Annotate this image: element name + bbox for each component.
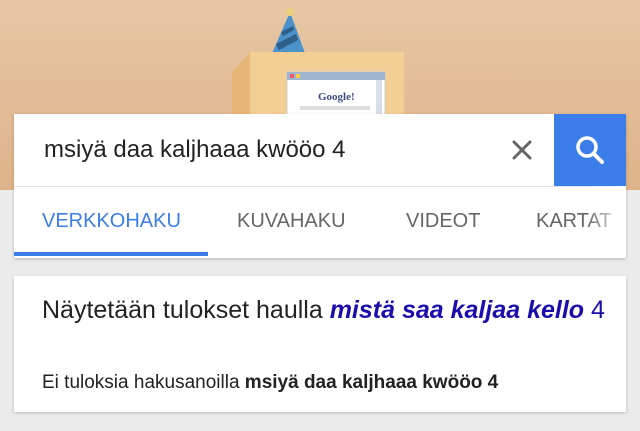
page: Google! VERKKOHAKU KUVAHAKU	[0, 0, 640, 431]
original-query-link[interactable]: msiyä daa kaljhaaa kwööo 4	[245, 372, 498, 393]
search-bar	[14, 114, 626, 187]
no-results-for: Ei tuloksia hakusanoilla msiyä daa kaljh…	[42, 371, 612, 395]
tab-verkkohaku[interactable]: VERKKOHAKU	[42, 186, 181, 258]
search-tabs: VERKKOHAKU KUVAHAKU VIDEOT KARTAT	[14, 186, 626, 258]
corrected-query-tail[interactable]: 4	[591, 296, 605, 324]
search-button[interactable]	[554, 114, 626, 186]
showing-results-for: Näytetään tulokset haulla mistä saa kalj…	[42, 293, 612, 327]
clear-search-button[interactable]	[502, 130, 542, 170]
search-input[interactable]	[14, 114, 484, 186]
tab-videot[interactable]: VIDEOT	[406, 186, 480, 258]
search-card: VERKKOHAKU KUVAHAKU VIDEOT KARTAT	[14, 114, 626, 258]
close-icon	[512, 140, 532, 160]
corrected-query-link[interactable]: mistä saa kaljaa kello	[330, 296, 584, 324]
showing-results-prefix: Näytetään tulokset haulla	[42, 296, 323, 324]
search-icon	[576, 136, 604, 164]
spelling-correction-card: Näytetään tulokset haulla mistä saa kalj…	[14, 276, 626, 412]
no-results-prefix: Ei tuloksia hakusanoilla	[42, 372, 240, 393]
tabs-overflow-fade	[586, 186, 626, 256]
tab-kuvahaku[interactable]: KUVAHAKU	[237, 186, 346, 258]
doodle-screen-logo: Google!	[318, 91, 355, 103]
active-tab-indicator	[14, 252, 208, 256]
